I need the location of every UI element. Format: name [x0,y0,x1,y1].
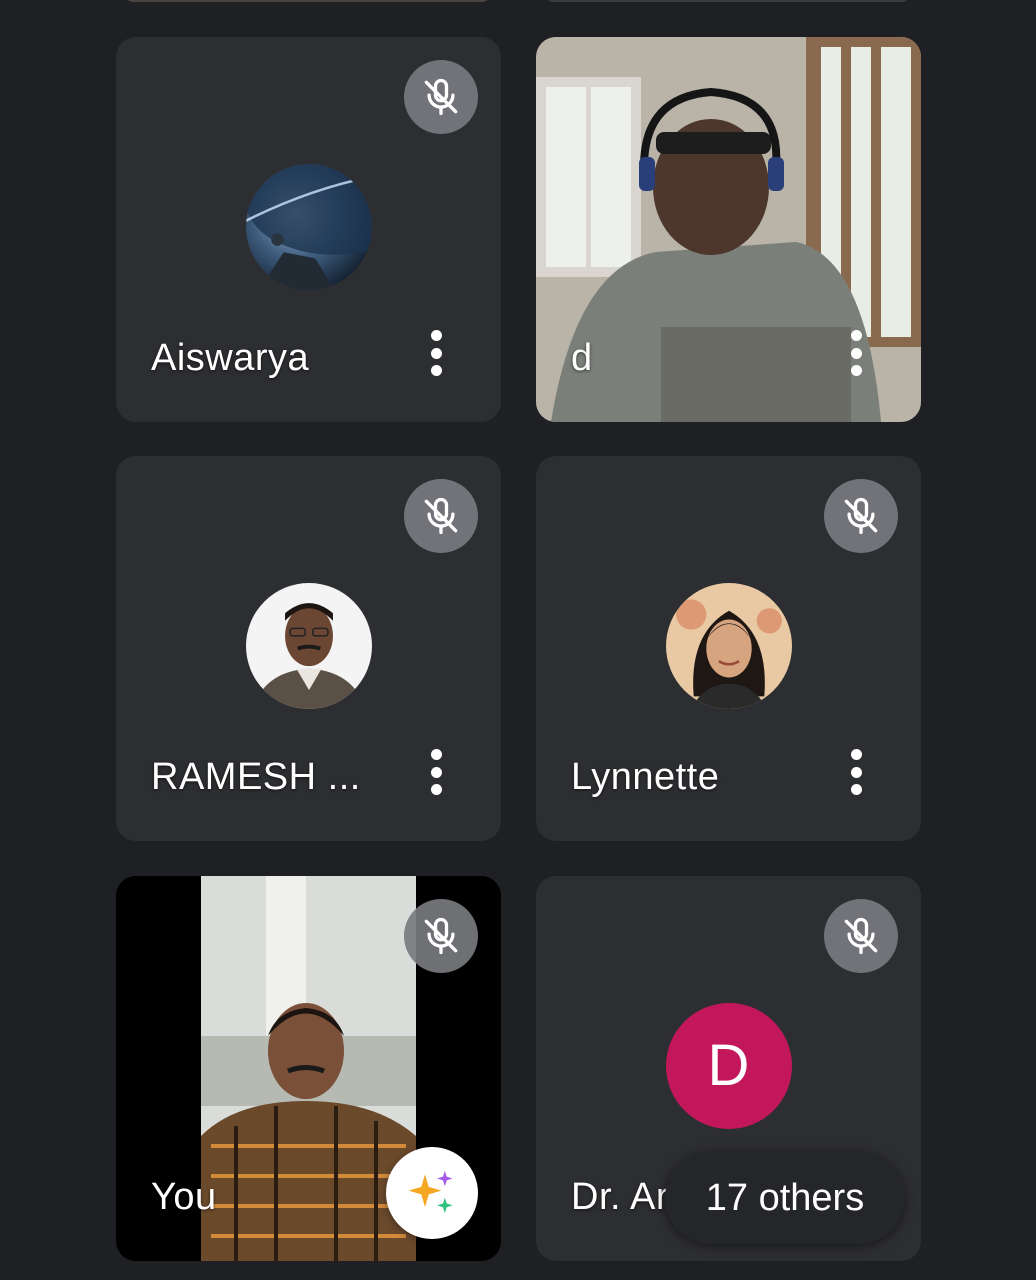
more-vert-icon[interactable] [841,745,871,799]
participant-tile-d[interactable]: d [536,37,921,422]
mic-off-icon [404,60,478,134]
more-vert-icon[interactable] [421,745,451,799]
participant-tile-ramesh[interactable]: RAMESH ... [116,456,501,841]
photo-avatar [245,582,372,709]
meeting-grid: Aiswarya d RAMESH ... Lynnette You D Dr.… [0,0,1036,1280]
participant-tile-you[interactable]: You [116,876,501,1261]
participant-name: d [571,337,593,379]
partial-tile-top-right [545,0,910,2]
participant-name: Aiswarya [151,337,310,379]
more-vert-icon[interactable] [841,326,871,380]
more-vert-icon[interactable] [421,326,451,380]
partial-tile-top-left [125,0,490,2]
letter-avatar: D [665,1002,792,1129]
mic-off-icon [404,479,478,553]
mic-off-icon [404,899,478,973]
mic-off-icon [824,899,898,973]
mic-off-icon [824,479,898,553]
others-button[interactable]: 17 others [665,1152,905,1244]
planet-avatar [245,163,372,290]
participant-tile-lynnette[interactable]: Lynnette [536,456,921,841]
sparkle-effects-icon[interactable] [386,1147,478,1239]
photo-avatar [665,582,792,709]
participant-name: Lynnette [571,756,720,798]
participant-name: RAMESH ... [151,756,361,798]
participant-tile-aiswarya[interactable]: Aiswarya [116,37,501,422]
participant-name: You [151,1176,217,1218]
